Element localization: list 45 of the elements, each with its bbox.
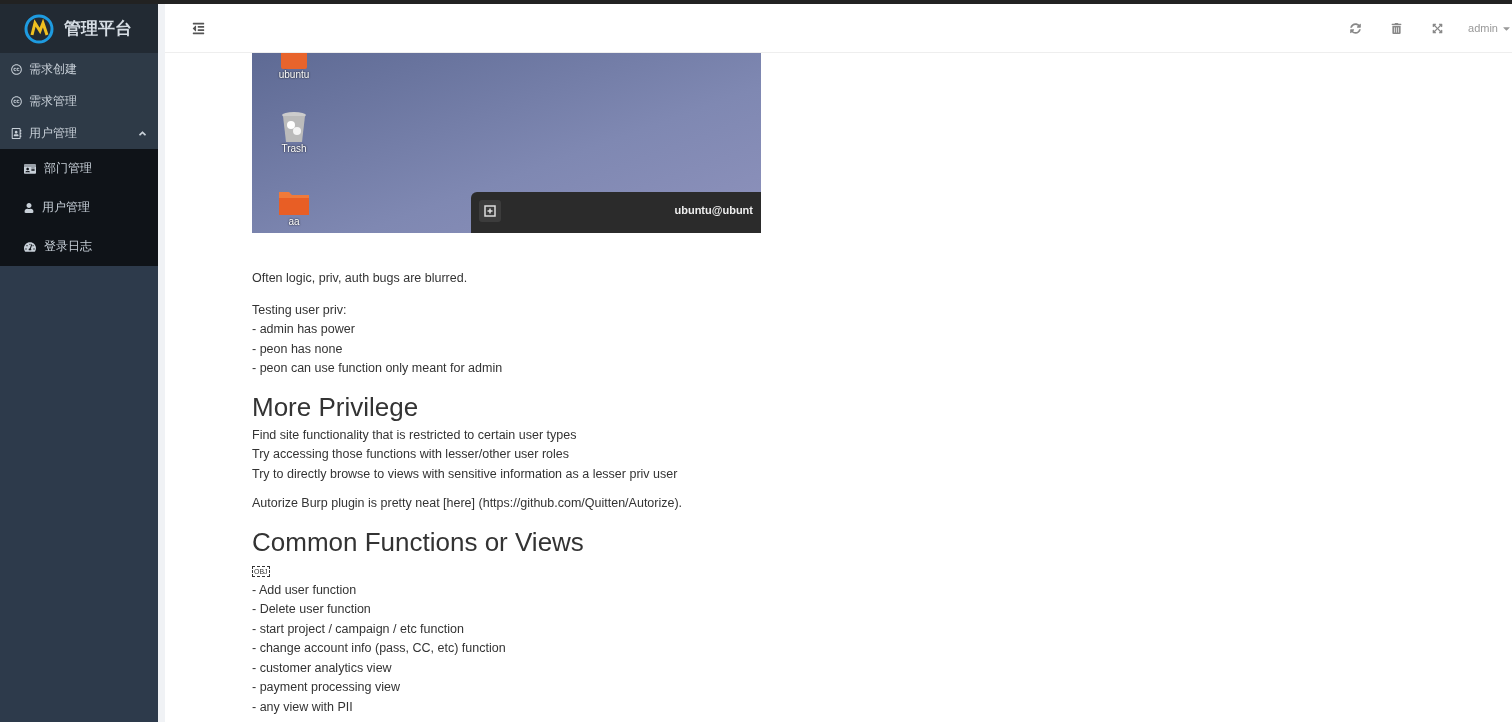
menu-item[interactable]: 需求创建: [0, 53, 158, 85]
cc-icon: [11, 95, 22, 107]
text-line: - customer analytics view: [252, 659, 393, 677]
cc-icon: [11, 63, 22, 75]
text-line: Find site functionality that is restricted to certain user types: [252, 426, 578, 444]
text-line: - payment processing view: [252, 679, 401, 696]
text-line: - change account info (pass, CC, etc) function: [252, 640, 507, 657]
submenu-item[interactable]: 用户管理: [0, 188, 158, 227]
text-line: - any view with PII: [252, 698, 354, 716]
user-icon: [24, 202, 34, 213]
submenu-item[interactable]: 登录日志: [0, 227, 158, 266]
section-heading: More Privilege: [252, 390, 420, 423]
gauge-icon: [24, 240, 36, 253]
logo-icon: [24, 13, 54, 44]
folder-icon: [278, 190, 310, 216]
plus-square-icon: [484, 205, 496, 217]
terminal-title: ubuntu@ubunt: [674, 204, 753, 216]
text-line: - peon has none: [252, 340, 344, 358]
text-line: - start project / campaign / etc function: [252, 620, 465, 638]
contact-book-icon: [11, 127, 22, 139]
menu-item[interactable]: 用户管理: [0, 117, 158, 149]
text-line: Testing user priv:: [252, 301, 348, 319]
refresh-icon: [1350, 22, 1362, 34]
text-line: - Add user function: [252, 581, 358, 599]
home-folder-icon: [279, 53, 309, 69]
submenu-item[interactable]: 部门管理: [0, 149, 158, 188]
section-heading: Common Functions or Views: [252, 525, 585, 558]
menu-toggle-icon[interactable]: [192, 21, 205, 35]
text-line: - admin has power: [252, 321, 356, 338]
text-line: Try accessing those functions with lesser/other user roles: [252, 446, 571, 463]
text-line: Often logic, priv, auth bugs are blurred.: [252, 270, 469, 287]
text-line: - Delete user function: [252, 601, 372, 618]
expand-icon: [1432, 22, 1444, 34]
desktop-icon-label: Trash: [281, 143, 307, 154]
text-line: Try to directly browse to views with sensitive information as a lesser priv user: [252, 465, 679, 483]
desktop-icon-label: ubuntu: [278, 69, 310, 80]
text-line: Autorize Burp plugin is pretty neat [here] (https://github.com/Quitten/Autorize).: [252, 495, 684, 512]
trash-can-icon: [281, 111, 307, 143]
trash-icon: [1391, 22, 1403, 34]
new-tab-button[interactable]: [479, 200, 501, 222]
desktop-icon-label: aa: [288, 216, 300, 227]
app-title: 管理平台: [64, 18, 132, 40]
id-card-icon: [24, 162, 36, 175]
menu-item[interactable]: 需求管理: [0, 85, 158, 117]
text-line: - peon can use function only meant for admin: [252, 360, 504, 377]
